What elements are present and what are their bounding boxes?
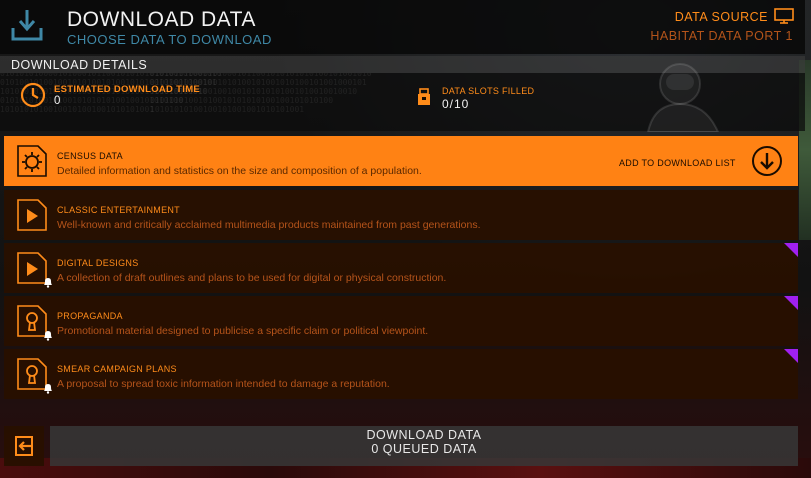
data-slot-icon (418, 88, 430, 105)
page-title: DOWNLOAD DATA (67, 8, 256, 31)
item-description: A proposal to spread toxic information i… (57, 378, 390, 390)
estimated-time-value: 0 (54, 95, 61, 107)
play-icon (17, 199, 47, 231)
exit-icon (15, 436, 33, 456)
item-name: DIGITAL DESIGNS (57, 258, 139, 268)
data-source-value: HABITAT DATA PORT 1 (650, 29, 793, 43)
download-button-label: DOWNLOAD DATA (366, 428, 482, 442)
item-name: CLASSIC ENTERTAINMENT (57, 205, 180, 215)
monitor-icon (774, 8, 794, 24)
list-item[interactable]: PROPAGANDA Promotional material designed… (4, 296, 798, 346)
estimated-time-label: ESTIMATED DOWNLOAD TIME (54, 84, 201, 95)
data-slots-label: DATA SLOTS FILLED (442, 86, 535, 96)
list-item[interactable]: CENSUS DATA Detailed information and sta… (4, 136, 798, 186)
list-item[interactable]: CLASSIC ENTERTAINMENT Well-known and cri… (4, 190, 798, 240)
item-description: Detailed information and statistics on t… (57, 165, 422, 177)
rarity-marker (784, 243, 798, 257)
data-source-label: DATA SOURCE (674, 10, 768, 24)
item-description: Promotional material designed to publici… (57, 325, 429, 337)
details-title: DOWNLOAD DETAILS (11, 58, 148, 72)
item-name: SMEAR CAMPAIGN PLANS (57, 364, 177, 374)
add-to-download-button[interactable] (752, 146, 782, 176)
queued-count-label: 0 QUEUED DATA (371, 442, 477, 456)
item-name: PROPAGANDA (57, 311, 123, 321)
clock-icon (20, 82, 46, 108)
download-data-panel: DOWNLOAD DATA CHOOSE DATA TO DOWNLOAD DA… (0, 0, 805, 478)
bell-icon (44, 331, 52, 341)
rarity-marker (784, 349, 798, 363)
download-icon (11, 10, 43, 41)
list-item[interactable]: DIGITAL DESIGNS A collection of draft ou… (4, 243, 798, 293)
item-description: A collection of draft outlines and plans… (57, 272, 447, 284)
astronaut-silhouette (646, 63, 720, 132)
gear-icon (17, 145, 47, 177)
item-description: Well-known and critically acclaimed mult… (57, 219, 481, 231)
rarity-marker (784, 296, 798, 310)
bell-icon (44, 278, 52, 288)
add-to-download-label: ADD TO DOWNLOAD LIST (619, 158, 736, 168)
item-name: CENSUS DATA (57, 151, 123, 161)
bell-icon (44, 384, 52, 394)
list-item[interactable]: SMEAR CAMPAIGN PLANS A proposal to sprea… (4, 349, 798, 399)
arrow-down-icon (760, 153, 774, 170)
download-data-button[interactable]: DOWNLOAD DATA 0 QUEUED DATA (50, 426, 798, 466)
data-slots-value: 0/10 (442, 97, 470, 111)
page-subtitle: CHOOSE DATA TO DOWNLOAD (67, 32, 272, 47)
exit-button[interactable] (4, 426, 44, 466)
